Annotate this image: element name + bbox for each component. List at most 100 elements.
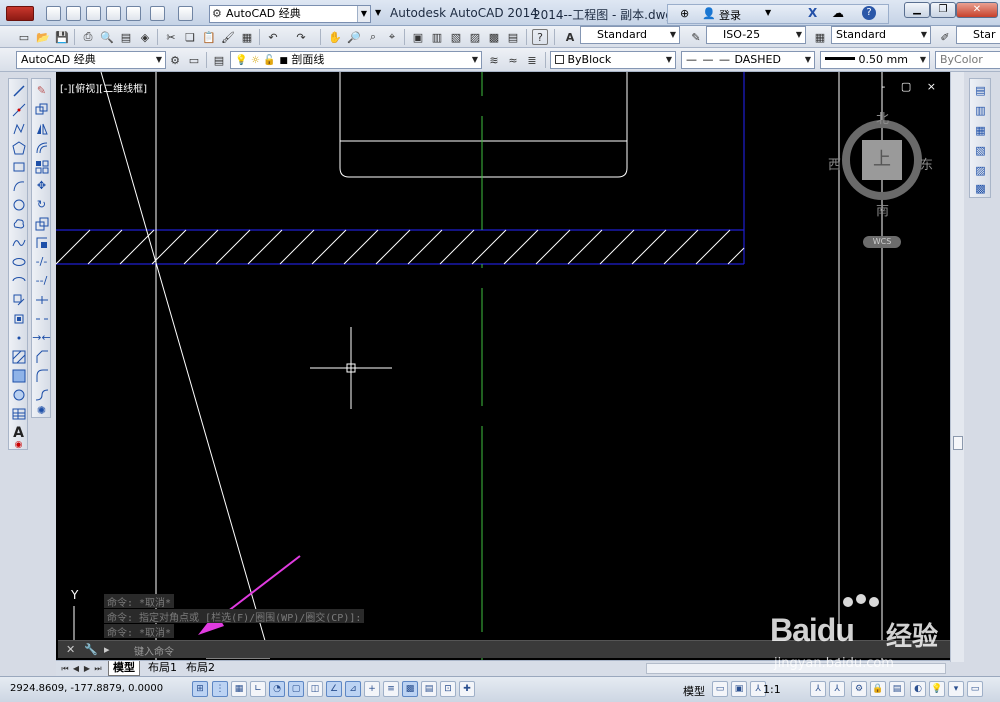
add-selected-icon[interactable]: ◉ <box>11 437 26 452</box>
viewcube[interactable]: 北 南 东 西 上 <box>828 112 933 219</box>
close-icon[interactable]: ✕ <box>66 643 75 656</box>
workspace-settings-icon[interactable]: ▭ <box>186 52 202 68</box>
erase-icon[interactable]: ✎ <box>34 83 49 98</box>
infer-constraints-icon[interactable]: ⊞ <box>192 681 208 697</box>
save-icon[interactable]: 💾 <box>54 29 70 45</box>
lock-icon[interactable]: 🔒 <box>870 681 886 697</box>
command-prompt-icon[interactable]: ▸ <box>104 643 110 656</box>
zoom-window-icon[interactable]: ⌕ <box>365 29 381 45</box>
workspace-dropdown[interactable]: AutoCAD 经典 ▼ <box>16 51 166 69</box>
region-icon[interactable] <box>11 387 26 402</box>
copy-object-icon[interactable] <box>34 102 49 117</box>
revision-cloud-icon[interactable] <box>11 216 26 231</box>
tab-model[interactable]: 模型 <box>108 661 140 676</box>
lineweight-icon[interactable]: ≡ <box>383 681 399 697</box>
compass-east[interactable]: 东 <box>920 154 933 173</box>
grid-display-icon[interactable]: ▦ <box>231 681 247 697</box>
viewcube-top-face[interactable]: 上 <box>862 140 902 180</box>
tab-layout1[interactable]: 布局1 <box>144 661 181 676</box>
ortho-mode-icon[interactable]: ∟ <box>250 681 266 697</box>
multileader-style-dropdown[interactable]: Star <box>956 26 1000 44</box>
gradient-icon[interactable] <box>11 368 26 383</box>
help-icon[interactable]: ? <box>532 29 548 45</box>
auto-scale-icon[interactable]: ⅄ <box>829 681 845 697</box>
next-tab-icon[interactable]: ▶ <box>82 663 92 674</box>
linetype-dropdown[interactable]: — — — DASHED ▼ <box>681 51 815 69</box>
layer-tool-icon[interactable]: ▥ <box>973 103 988 118</box>
plot-icon[interactable]: ⎙ <box>80 29 96 45</box>
isolate-objects-icon[interactable]: ◐ <box>910 681 926 697</box>
3d-object-snap-icon[interactable]: ◫ <box>307 681 323 697</box>
quick-access-expand-icon[interactable]: ▼ <box>375 8 381 17</box>
make-block-icon[interactable] <box>11 311 26 326</box>
polyline-icon[interactable] <box>11 121 26 136</box>
3d-print-icon[interactable]: ◈ <box>137 29 153 45</box>
layer-tool-icon[interactable]: ▧ <box>973 143 988 158</box>
paste-icon[interactable]: 📋 <box>201 29 217 45</box>
table-icon[interactable] <box>11 406 26 421</box>
table-style-dropdown[interactable]: Standard ▼ <box>831 26 931 44</box>
publish-icon[interactable]: ▤ <box>118 29 134 45</box>
annotation-monitor-icon[interactable]: ✚ <box>459 681 475 697</box>
insert-block-icon[interactable] <box>11 292 26 307</box>
chevron-down-icon[interactable]: ▼ <box>765 8 771 17</box>
model-space-toggle[interactable]: 模型 <box>683 683 705 699</box>
gear-icon[interactable]: ⚙ <box>167 52 183 68</box>
lightbulb-icon[interactable]: 💡 <box>929 681 945 697</box>
redo-icon[interactable]: ↷ <box>293 29 309 45</box>
drawing-canvas[interactable]: [-][俯视][二维线框] - ▢ × 北 南 东 西 上 WCS Y 1 <box>56 72 950 662</box>
redo-icon[interactable] <box>178 6 193 21</box>
viewport-controls[interactable]: - ▢ × <box>881 80 942 93</box>
tool-palettes-icon[interactable]: ▧ <box>448 29 464 45</box>
allow-disallow-ucs-icon[interactable]: ⊿ <box>345 681 361 697</box>
open-icon[interactable]: 📂 <box>35 29 51 45</box>
save-as-icon[interactable] <box>106 6 121 21</box>
plot-preview-icon[interactable]: 🔍 <box>99 29 115 45</box>
zoom-previous-icon[interactable]: ⌖ <box>384 29 400 45</box>
help-icon[interactable]: ? <box>862 6 876 20</box>
transparency-icon[interactable]: ▩ <box>402 681 418 697</box>
workspace-switching-icon[interactable]: ⚙ <box>851 681 867 697</box>
previous-tab-icon[interactable]: ◀ <box>71 663 81 674</box>
undo-icon[interactable]: ↶ <box>265 29 281 45</box>
markup-icon[interactable]: ▩ <box>486 29 502 45</box>
explode-icon[interactable]: ✺ <box>34 403 49 418</box>
polar-tracking-icon[interactable]: ◔ <box>269 681 285 697</box>
zoom-realtime-icon[interactable]: 🔎 <box>346 29 362 45</box>
layer-properties-icon[interactable]: ▤ <box>211 52 227 68</box>
compass-west[interactable]: 西 <box>828 154 841 173</box>
offset-icon[interactable] <box>34 140 49 155</box>
compass-south[interactable]: 南 <box>876 200 889 219</box>
break-at-point-icon[interactable] <box>34 292 49 307</box>
lineweight-dropdown[interactable]: 0.50 mm ▼ <box>820 51 930 69</box>
chamfer-icon[interactable] <box>34 349 49 364</box>
quick-view-drawings-icon[interactable]: ▣ <box>731 681 747 697</box>
layer-tool-icon[interactable]: ▩ <box>973 181 988 196</box>
annotation-visibility-icon[interactable]: ⅄ <box>810 681 826 697</box>
construction-line-icon[interactable] <box>11 102 26 117</box>
properties-icon[interactable]: ▣ <box>410 29 426 45</box>
move-icon[interactable]: ✥ <box>34 178 49 193</box>
selection-cycling-icon[interactable]: ⊡ <box>440 681 456 697</box>
color-dropdown[interactable]: ByBlock ▼ <box>550 51 676 69</box>
exchange-icon[interactable]: X <box>808 6 817 20</box>
pan-icon[interactable]: ✋ <box>327 29 343 45</box>
restore-button[interactable]: ❐ <box>930 2 956 18</box>
join-icon[interactable]: →← <box>32 330 50 345</box>
extend-icon[interactable]: --/ <box>34 273 49 288</box>
layer-tool-icon[interactable]: ▨ <box>973 163 988 178</box>
match-properties-icon[interactable]: 🖌 <box>220 29 236 45</box>
tab-layout2[interactable]: 布局2 <box>182 661 219 676</box>
workspace-switch-dropdown[interactable]: ⚙ AutoCAD 经典 ▼ <box>209 5 371 23</box>
minimize-button[interactable]: ▁ <box>904 2 930 18</box>
application-menu-button[interactable] <box>6 6 34 21</box>
arc-icon[interactable] <box>11 178 26 193</box>
object-snap-tracking-icon[interactable]: ∠ <box>326 681 342 697</box>
save-icon[interactable] <box>86 6 101 21</box>
blend-curves-icon[interactable] <box>34 387 49 402</box>
scale-icon[interactable] <box>34 216 49 231</box>
layer-tool-icon[interactable]: ▤ <box>973 83 988 98</box>
login-link[interactable]: 登录 <box>719 7 741 23</box>
user-icon[interactable]: 👤 <box>702 7 716 20</box>
print-icon[interactable] <box>126 6 141 21</box>
